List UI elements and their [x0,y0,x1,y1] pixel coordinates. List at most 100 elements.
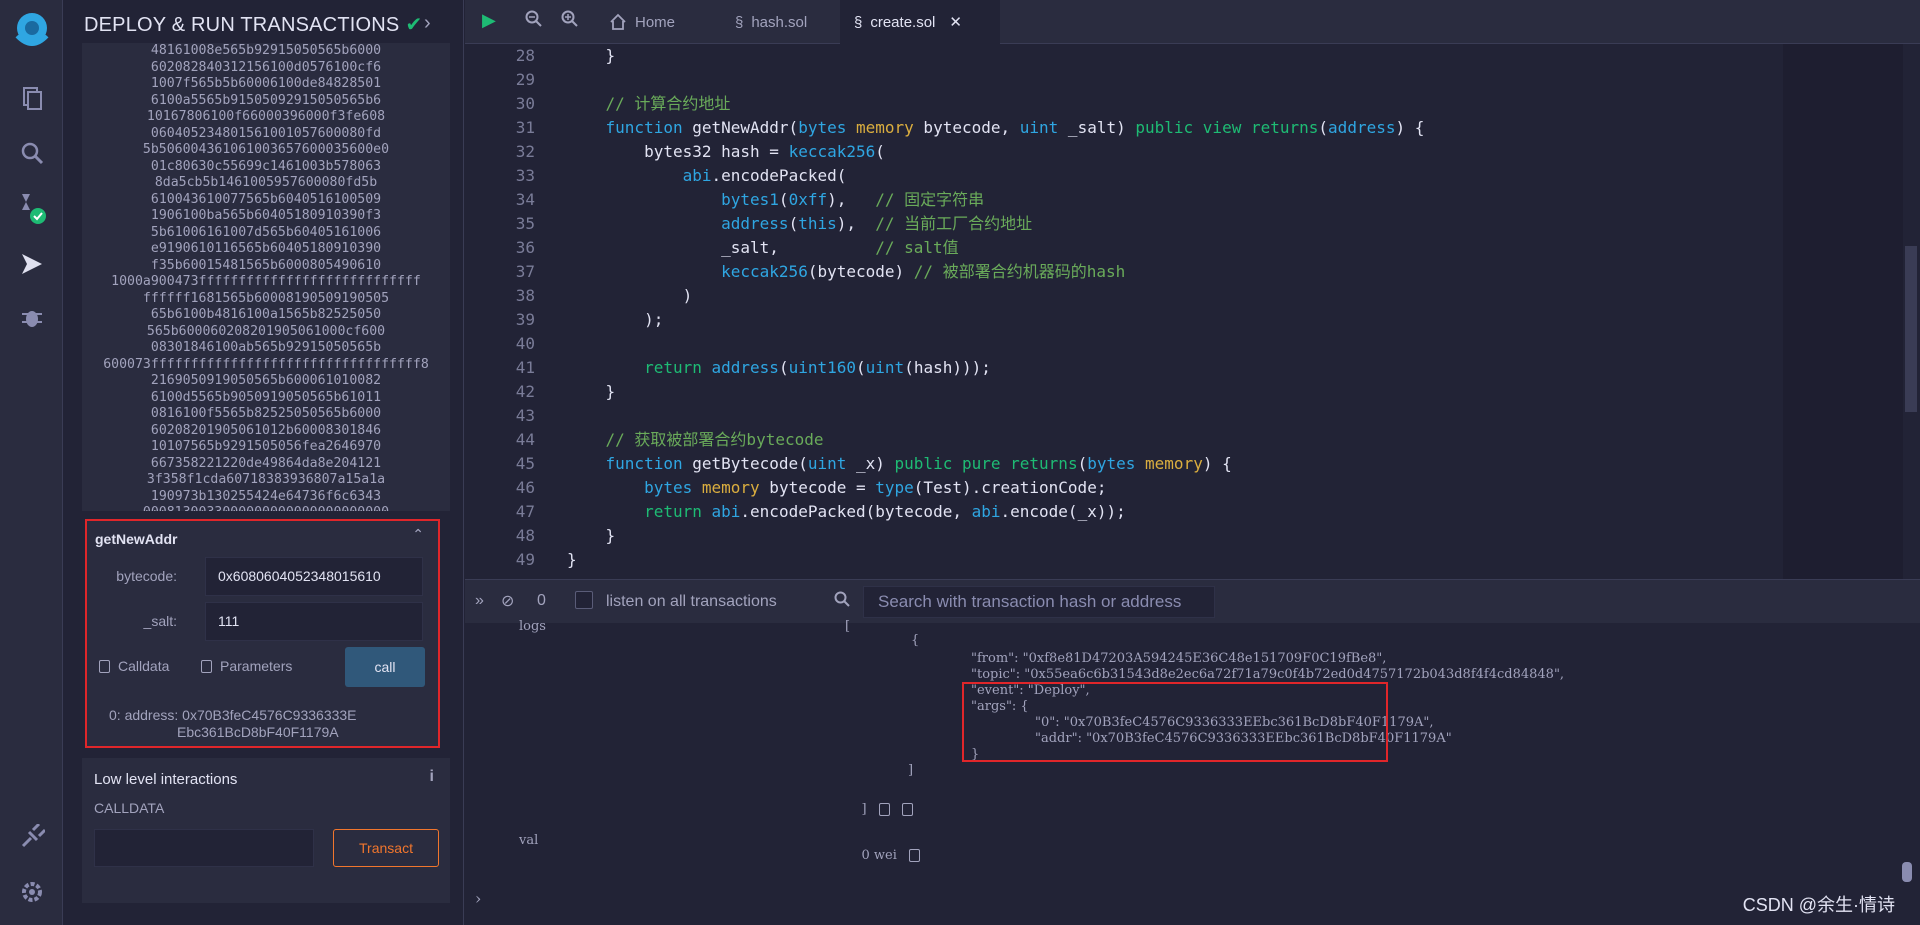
chevron-up-icon[interactable]: ⌃ [412,526,424,543]
clear-console-icon[interactable]: ⊘ [501,591,514,611]
call-result: 0: address: 0x70B3feC4576C9336333E Ebc36… [109,707,357,740]
bytecode-output: 48161008e565b92915050565b6000 60208284031… [82,43,450,511]
line-number: 42 [515,382,535,401]
line-number: 34 [515,190,535,209]
code-line: 28 } [465,44,1765,68]
bytecode-line: 6100a5565b91505092915050565b6 [150,92,382,108]
tab-home[interactable]: Home [595,0,689,44]
copy-icon [201,659,212,673]
line-number: 44 [515,430,535,449]
calldata-input[interactable] [94,829,314,867]
deploy-run-panel: DEPLOY & RUN TRANSACTIONS ✔ › 48161008e56… [64,0,525,925]
terminal-scrollbar[interactable] [1902,862,1912,882]
log-topic: "topic": "0x55ea6c6b31543d8e2ec6a72f71a7… [971,667,1565,682]
file-explorer-icon[interactable] [0,78,63,118]
plugin-manager-icon[interactable] [0,817,63,857]
home-icon [610,13,626,30]
transaction-search-input[interactable]: Search with transaction hash or address [863,586,1215,618]
code-line: 32 bytes32 hash = keccak256( [465,140,1765,164]
bytecode-line: 6100d5565b9050919050565b61011 [150,389,382,405]
bytecode-line: e9190610116565b60405180910390 [150,241,382,256]
collapse-terminal-icon[interactable]: » [475,592,484,610]
line-number: 40 [515,334,535,353]
line-number: 43 [515,406,535,425]
bytecode-line: ffffff1681565b60008190509190505 [142,290,390,306]
logs-label: logs [519,619,546,634]
val-value: 0 wei [861,848,897,863]
deploy-run-icon[interactable] [0,244,63,284]
code-text: bytes memory bytecode = type(Test).creat… [644,478,1107,497]
copy-icon[interactable] [908,849,920,862]
line-number: 48 [515,526,535,545]
code-text: return abi.encodePacked(bytecode, abi.en… [644,502,1126,521]
bytecode-line: 610043610077565b6040516100509 [150,191,382,207]
code-line: 44 // 获取被部署合约bytecode [465,428,1765,452]
run-play-icon[interactable]: ▶ [482,10,496,31]
code-text: ) [567,286,693,305]
terminal-output: logs [ { "from": "0xf8e81D47203A594245E3… [465,619,1920,925]
bytecode-line: 60208201905061012b60008301846 [150,422,382,438]
editor-tabbar: ▶ Home § hash.sol § create.sol ✕ [465,0,1920,44]
code-line: 43 [465,404,1765,428]
remix-logo-icon[interactable] [0,8,63,54]
code-text: _salt, // salt值 [567,238,959,257]
parameters-copy-button[interactable]: Parameters [201,658,292,674]
line-number: 36 [515,238,535,257]
close-icon[interactable]: ✕ [949,13,962,31]
solidity-file-icon: § [854,13,863,31]
pending-tx-count: 0 [537,592,546,609]
code-line: 47 return abi.encodePacked(bytecode, abi… [465,500,1765,524]
calldata-label: CALLDATA [94,800,165,816]
code-line: 49} [465,548,1765,572]
bytecode-line: 5b61006161007d565b60405161006 [150,224,382,240]
icon-sidebar [0,0,63,925]
transact-button[interactable]: Transact [333,829,439,867]
code-line: 42 } [465,380,1765,404]
bytecode-line: 1007f565b5b60006100de84828501 [150,76,382,91]
bytecode-line: 1000a900473ffffffffffffffffffffffffffff [111,274,421,289]
line-number: 45 [515,454,535,473]
line-number: 37 [515,262,535,281]
copy-icon[interactable] [878,803,890,816]
code-text: } [567,550,577,569]
solidity-file-icon: § [735,13,744,31]
copy-icon[interactable] [901,803,913,816]
line-number: 29 [515,70,535,89]
zoom-out-icon[interactable] [525,10,543,33]
settings-gear-icon[interactable] [0,872,63,912]
code-line: 40 [465,332,1765,356]
terminal-prompt[interactable]: › [475,889,481,908]
line-number: 47 [515,502,535,521]
listen-checkbox[interactable] [575,591,593,609]
info-icon[interactable]: i [430,768,434,786]
code-editor[interactable]: 28 } 29 30 // 计算合约地址 31 function getNewAddr… [465,44,1920,579]
code-text: function getNewAddr(bytes memory bytecod… [605,118,1425,137]
bytecode-line: 0008130033000000000000000000000 [82,505,450,511]
salt-input[interactable]: 111 [205,602,423,641]
highlight-box [962,682,1388,762]
code-line: 45 function getBytecode(uint _x) public … [465,452,1765,476]
code-line: 35 address(this), // 当前工厂合约地址 [465,212,1765,236]
code-text: // 获取被部署合约bytecode [567,430,824,449]
zoom-in-icon[interactable] [561,10,579,33]
editor-minimap[interactable] [1783,44,1903,579]
tab-hash-sol[interactable]: § hash.sol [721,0,821,44]
bytecode-input[interactable]: 0x6080604052348015610 [205,557,423,596]
debugger-icon[interactable] [0,297,63,337]
search-icon[interactable] [0,133,63,173]
low-level-interactions: Low level interactions i CALLDATA Transa… [82,758,450,903]
calldata-copy-button[interactable]: Calldata [99,658,169,674]
code-text: ); [567,310,664,329]
code-text: bytes1(0xff), // 固定字符串 [721,190,985,209]
code-text: bytes32 hash = keccak256( [567,142,885,161]
line-number: 41 [515,358,535,377]
solidity-compiler-icon[interactable] [0,188,63,228]
editor-scrollbar[interactable] [1905,246,1917,412]
chevron-right-icon[interactable]: › [424,12,431,35]
code-line: 29 [465,68,1765,92]
call-button[interactable]: call [345,647,425,687]
tab-create-sol[interactable]: § create.sol ✕ [840,0,1000,44]
search-icon [834,591,850,612]
code-text: } [567,46,616,65]
line-number: 39 [515,310,535,329]
